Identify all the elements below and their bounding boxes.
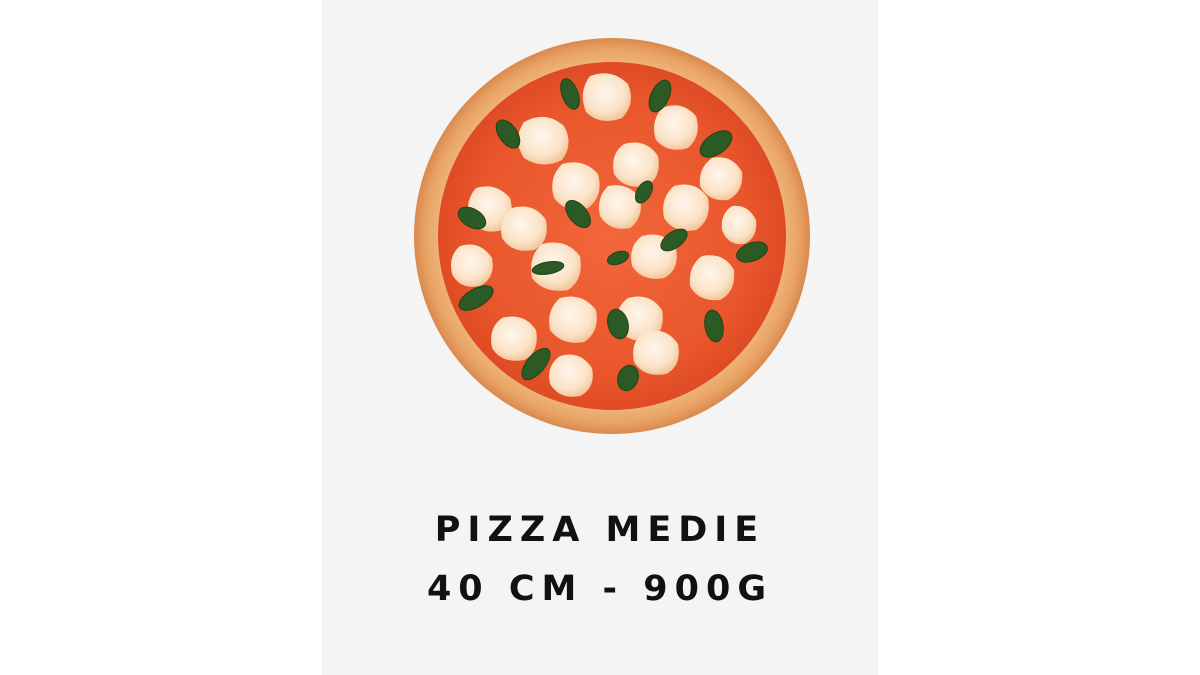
pizza-image bbox=[412, 36, 812, 436]
product-card[interactable]: PIZZA MEDIE 40 CM - 900G bbox=[322, 0, 878, 675]
page: PIZZA MEDIE 40 CM - 900G bbox=[0, 0, 1200, 675]
product-spec: 40 CM - 900G bbox=[426, 569, 774, 609]
pizza-margherita-icon bbox=[414, 38, 810, 434]
product-title: PIZZA MEDIE bbox=[434, 510, 766, 550]
